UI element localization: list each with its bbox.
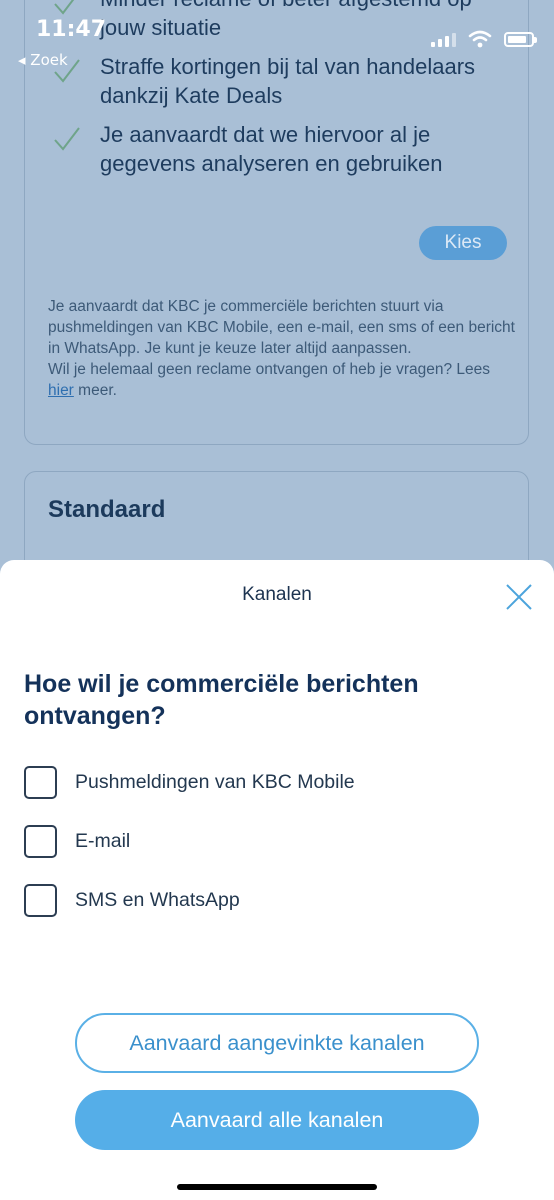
home-indicator (177, 1184, 377, 1190)
clock: 11:47 (36, 17, 107, 42)
option-email[interactable]: E-mail (24, 825, 130, 858)
checkbox[interactable] (24, 884, 57, 917)
signal-icon (431, 31, 456, 47)
accept-checked-channels-button[interactable]: Aanvaard aangevinkte kanalen (75, 1013, 479, 1073)
close-icon[interactable] (504, 582, 534, 612)
option-push-kbc-mobile[interactable]: Pushmeldingen van KBC Mobile (24, 766, 355, 799)
feature-item: Je aanvaardt dat we hiervoor al je gegev… (52, 120, 500, 178)
notice-text-2: Wil je helemaal geen reclame ontvangen o… (48, 359, 518, 401)
status-bar: 11:47 ◂ Zoek (0, 0, 554, 80)
hier-link[interactable]: hier (48, 382, 74, 399)
consent-notice: Je aanvaardt dat KBC je commerciële beri… (48, 296, 518, 401)
standaard-title: Standaard (48, 496, 166, 523)
notice-text-post: meer. (73, 382, 117, 399)
accept-all-channels-button[interactable]: Aanvaard alle kanalen (75, 1090, 479, 1150)
checkbox[interactable] (24, 766, 57, 799)
option-sms-whatsapp[interactable]: SMS en WhatsApp (24, 884, 240, 917)
battery-icon (504, 31, 537, 47)
checkbox[interactable] (24, 825, 57, 858)
channels-bottom-sheet: Kanalen Hoe wil je commerciële berichten… (0, 560, 554, 1200)
back-to-search-link[interactable]: ◂ Zoek (18, 51, 68, 69)
status-icons (431, 30, 537, 48)
feature-text: Je aanvaardt dat we hiervoor al je gegev… (100, 122, 443, 176)
option-label: E-mail (75, 830, 131, 852)
check-icon (54, 127, 80, 151)
notice-text-pre: Wil je helemaal geen reclame ontvangen o… (48, 361, 491, 378)
option-label: Pushmeldingen van KBC Mobile (75, 771, 355, 793)
sheet-question: Hoe wil je commerciële berichten ontvang… (24, 670, 419, 730)
kies-button[interactable]: Kies (419, 226, 507, 260)
option-label: SMS en WhatsApp (75, 889, 240, 911)
sheet-title: Kanalen (242, 584, 312, 605)
wifi-icon (468, 30, 492, 48)
notice-text: Je aanvaardt dat KBC je commerciële beri… (48, 298, 515, 357)
